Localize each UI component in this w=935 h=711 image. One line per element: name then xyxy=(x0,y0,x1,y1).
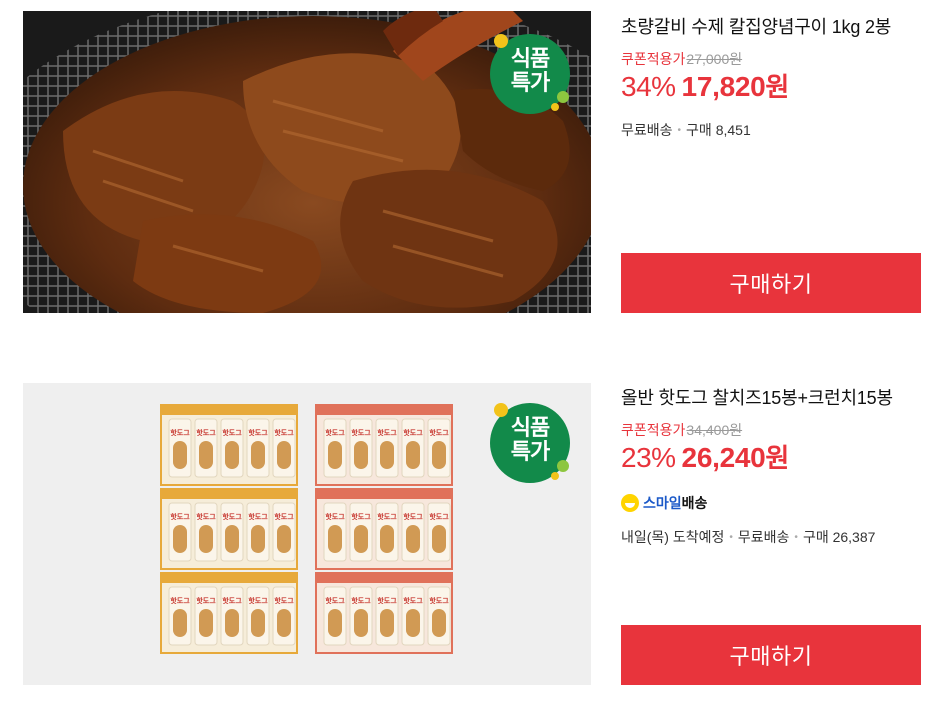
product-card: 식품 특가 초량갈비 수제 칼집양념구이 1kg 2봉 쿠폰적용가27,000원… xyxy=(0,0,935,330)
product-title[interactable]: 올반 핫도그 찰치즈15봉+크런치15봉 xyxy=(621,385,926,411)
buy-button[interactable]: 구매하기 xyxy=(621,625,921,685)
package-label: 핫도그 xyxy=(170,596,190,605)
package-label: 핫도그 xyxy=(429,428,449,437)
purchase-count: 구매 26,387 xyxy=(802,529,876,545)
hotdog-package: 핫도그 핫도그 핫도그 핫도그 핫도그 xyxy=(315,404,453,486)
package-label: 핫도그 xyxy=(222,428,242,437)
sale-price: 17,820 xyxy=(681,71,766,102)
hotdog-package: 핫도그 핫도그 핫도그 핫도그 핫도그 xyxy=(315,572,453,654)
product-meta: 무료배송 • 구매 8,451 xyxy=(621,121,926,140)
product-meta: 내일(목) 도착예정 • 무료배송 • 구매 26,387 xyxy=(621,528,926,547)
package-label: 핫도그 xyxy=(403,428,423,437)
original-price: 34,400원 xyxy=(686,422,743,438)
package-label: 핫도그 xyxy=(351,596,371,605)
free-shipping: 무료배송 xyxy=(737,529,790,545)
original-price: 27,000원 xyxy=(686,51,743,67)
package-label: 핫도그 xyxy=(274,596,294,605)
discount-rate: 23% xyxy=(621,442,676,473)
separator-dot: • xyxy=(729,532,733,544)
package-label: 핫도그 xyxy=(377,596,397,605)
hotdog-package: 핫도그 핫도그 핫도그 핫도그 핫도그 xyxy=(160,572,298,654)
coupon-price-row: 쿠폰적용가27,000원 xyxy=(621,50,926,68)
food-deal-badge: 식품 특가 xyxy=(487,398,573,484)
free-shipping: 무료배송 xyxy=(621,122,673,138)
badge-line-1: 식품 xyxy=(510,46,550,71)
product-info: 올반 핫도그 찰치즈15봉+크런치15봉 쿠폰적용가34,400원 23% 26,… xyxy=(621,385,926,547)
package-label: 핫도그 xyxy=(196,596,216,605)
sale-price: 26,240 xyxy=(681,442,766,473)
package-label: 핫도그 xyxy=(248,428,268,437)
package-label: 핫도그 xyxy=(274,428,294,437)
badge-line-2: 특가 xyxy=(510,439,550,464)
package-label: 핫도그 xyxy=(196,512,216,521)
coupon-label: 쿠폰적용가 xyxy=(621,422,686,438)
package-label: 핫도그 xyxy=(403,512,423,521)
package-label: 핫도그 xyxy=(325,428,345,437)
package-label: 핫도그 xyxy=(403,596,423,605)
package-label: 핫도그 xyxy=(170,428,190,437)
smile-delivery-suffix: 배송 xyxy=(681,495,708,511)
package-label: 핫도그 xyxy=(170,512,190,521)
package-label: 핫도그 xyxy=(429,596,449,605)
product-title[interactable]: 초량갈비 수제 칼집양념구이 1kg 2봉 xyxy=(621,14,926,40)
package-label: 핫도그 xyxy=(351,428,371,437)
product-image-hotdog[interactable]: 핫도그 핫도그 핫도그 핫도그 핫도그 핫도그 핫도그 핫도그 핫도그 핫도그 핫도그 핫도그 핫도그 핫… xyxy=(23,383,591,685)
badge-line-1: 식품 xyxy=(510,415,550,440)
separator-dot: • xyxy=(677,125,682,137)
package-label: 핫도그 xyxy=(377,512,397,521)
hotdog-package: 핫도그 핫도그 핫도그 핫도그 핫도그 xyxy=(315,488,453,570)
package-label: 핫도그 xyxy=(325,512,345,521)
arrival-estimate: 내일(목) 도착예정 xyxy=(621,529,725,545)
package-label: 핫도그 xyxy=(222,512,242,521)
package-label: 핫도그 xyxy=(196,428,216,437)
currency-unit: 원 xyxy=(765,443,790,473)
package-label: 핫도그 xyxy=(222,596,242,605)
badge-line-2: 특가 xyxy=(510,70,550,95)
smile-delivery-prefix: 스마일 xyxy=(643,495,682,511)
hotdog-package: 핫도그 핫도그 핫도그 핫도그 핫도그 xyxy=(160,404,298,486)
currency-unit: 원 xyxy=(765,72,790,102)
purchase-count: 구매 8,451 xyxy=(686,122,751,138)
coupon-price-row: 쿠폰적용가34,400원 xyxy=(621,421,926,439)
coupon-label: 쿠폰적용가 xyxy=(621,51,686,67)
food-deal-badge: 식품 특가 xyxy=(487,29,573,115)
product-card: 핫도그 핫도그 핫도그 핫도그 핫도그 핫도그 핫도그 핫도그 핫도그 핫도그 핫도그 핫도그 핫도그 핫… xyxy=(0,370,935,711)
package-label: 핫도그 xyxy=(248,596,268,605)
product-info: 초량갈비 수제 칼집양념구이 1kg 2봉 쿠폰적용가27,000원 34% 17… xyxy=(621,14,926,140)
price-row: 34% 17,820원 xyxy=(621,70,926,109)
hotdog-package: 핫도그 핫도그 핫도그 핫도그 핫도그 xyxy=(160,488,298,570)
price-row: 23% 26,240원 xyxy=(621,441,926,480)
package-label: 핫도그 xyxy=(274,512,294,521)
buy-button[interactable]: 구매하기 xyxy=(621,253,921,313)
package-label: 핫도그 xyxy=(325,596,345,605)
discount-rate: 34% xyxy=(621,71,676,102)
package-label: 핫도그 xyxy=(248,512,268,521)
package-label: 핫도그 xyxy=(429,512,449,521)
smile-icon xyxy=(621,494,639,512)
smile-delivery-badge: 스마일배송 xyxy=(621,494,926,512)
package-label: 핫도그 xyxy=(351,512,371,521)
package-label: 핫도그 xyxy=(377,428,397,437)
product-image-galbi[interactable]: 식품 특가 xyxy=(23,11,591,313)
separator-dot: • xyxy=(794,532,798,544)
